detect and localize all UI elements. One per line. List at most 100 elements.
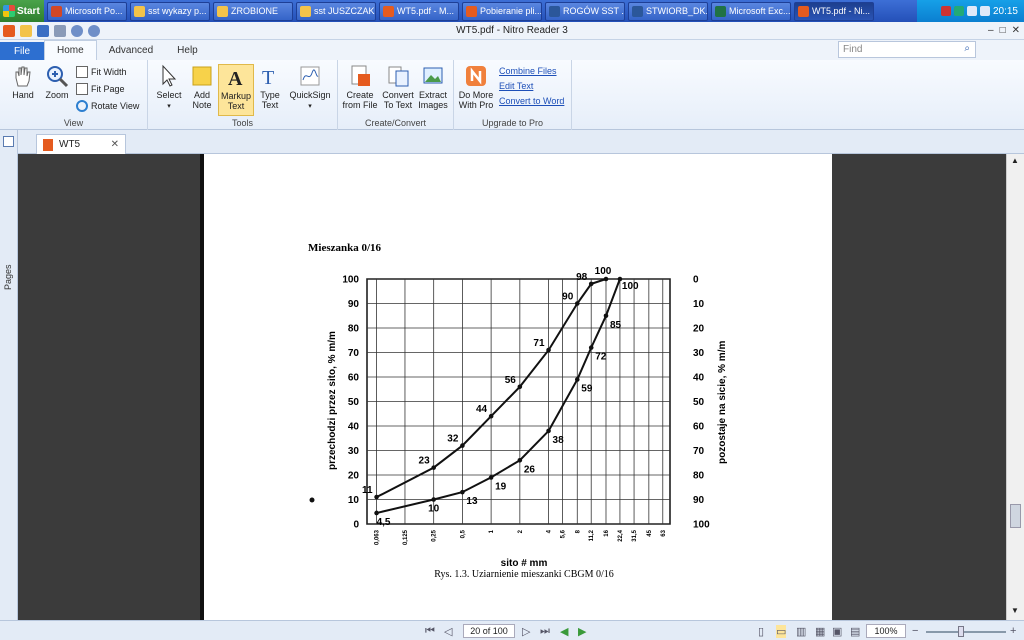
- extract-images-button[interactable]: Extract Images: [416, 64, 450, 110]
- scroll-down-arrow[interactable]: ▼: [1011, 606, 1019, 615]
- tab-help[interactable]: Help: [165, 40, 210, 60]
- x-tick-label: 0,063: [375, 529, 381, 545]
- tab-advanced[interactable]: Advanced: [97, 40, 165, 60]
- doc-tab-label: WT5: [59, 139, 81, 150]
- x-tick-label: 16: [604, 529, 610, 536]
- fit-width-button[interactable]: Fit Width: [76, 66, 127, 78]
- markup-text-button[interactable]: A Markup Text: [218, 64, 254, 116]
- clock: 20:15: [992, 5, 1018, 17]
- taskbar-button-label: sst JUSZCZAK: [314, 6, 375, 16]
- fit-page-status-icon[interactable]: ▣: [832, 625, 842, 638]
- taskbar-button[interactable]: Microsoft Exc...: [711, 1, 791, 21]
- page-number-field[interactable]: 20 of 100: [463, 624, 515, 638]
- document-viewer[interactable]: Mieszanka 0/16 11 23 32 44 56 71 90 98 100 4,5 10 1…: [18, 154, 1006, 620]
- convert-to-word-link[interactable]: Convert to Word: [499, 96, 564, 106]
- convert-to-text-button[interactable]: Convert To Text: [380, 64, 416, 110]
- pdf-page: Mieszanka 0/16 11 23 32 44 56 71 90 98 100 4,5 10 1…: [200, 154, 832, 620]
- pages-panel-tab[interactable]: Pages: [3, 264, 13, 290]
- page-heading: Mieszanka 0/16: [308, 242, 382, 254]
- scroll-up-arrow[interactable]: ▲: [1011, 156, 1019, 165]
- zoom-out-icon[interactable]: −: [912, 625, 918, 637]
- app-icon: [217, 5, 228, 17]
- taskbar-button[interactable]: Pobieranie pli...: [462, 1, 542, 21]
- search-icon[interactable]: ⌕: [964, 43, 970, 54]
- zoom-slider-thumb[interactable]: [958, 626, 964, 637]
- convert-label: Convert: [382, 90, 414, 100]
- taskbar-button-label: STWIORB_DK...: [646, 6, 708, 16]
- quicksign-button[interactable]: QuickSign ▾: [288, 64, 332, 112]
- forward-view-icon[interactable]: ▶: [578, 625, 586, 638]
- do-more-label: With Pro: [458, 100, 494, 110]
- tray-icon[interactable]: [953, 6, 964, 16]
- close-button[interactable]: ✕: [1012, 25, 1020, 36]
- data-label: 98: [576, 272, 588, 283]
- zoom-level-field[interactable]: 100%: [866, 624, 906, 638]
- combine-files-link[interactable]: Combine Files: [499, 66, 557, 76]
- taskbar-button[interactable]: ZROBIONE: [213, 1, 293, 21]
- facing-view-icon[interactable]: ▥: [796, 625, 806, 638]
- next-page-icon[interactable]: ▷: [522, 625, 530, 638]
- taskbar-button-label: sst wykazy p...: [148, 6, 207, 16]
- fit-width-label: Fit Width: [91, 67, 127, 77]
- zoom-in-icon[interactable]: +: [1010, 625, 1016, 637]
- create-from-file-button[interactable]: Create from File: [340, 64, 380, 110]
- hand-button[interactable]: Hand: [8, 64, 38, 100]
- taskbar-button[interactable]: WT5.pdf - M...: [379, 1, 459, 21]
- taskbar-button-label: WT5.pdf - Ni...: [812, 6, 871, 16]
- first-page-icon[interactable]: ⏮: [425, 625, 435, 638]
- hand-icon: [15, 66, 31, 87]
- close-tab-icon[interactable]: ✕: [111, 139, 119, 150]
- data-point: [603, 313, 609, 319]
- last-page-icon[interactable]: ⏭: [540, 625, 550, 638]
- tab-file[interactable]: File: [0, 42, 44, 60]
- maximize-button[interactable]: □: [1000, 25, 1006, 36]
- search-input[interactable]: Find: [838, 41, 976, 58]
- fit-page-button[interactable]: Fit Page: [76, 83, 125, 95]
- do-more-button[interactable]: Do More With Pro: [456, 64, 496, 110]
- tray-icon[interactable]: [940, 6, 951, 16]
- add-note-button[interactable]: Add Note: [188, 64, 216, 110]
- taskbar-button[interactable]: Microsoft Po...: [47, 1, 127, 21]
- search-placeholder: Find: [843, 44, 863, 55]
- data-point: [546, 428, 551, 434]
- taskbar-button[interactable]: STWIORB_DK...: [628, 1, 708, 21]
- taskbar-button[interactable]: ROGÓW SST ...: [545, 1, 625, 21]
- edit-text-link[interactable]: Edit Text: [499, 81, 533, 91]
- network-icon[interactable]: [979, 6, 990, 16]
- pages-panel-icon[interactable]: [3, 136, 14, 147]
- scroll-thumb[interactable]: [1010, 504, 1021, 528]
- continuous-view-icon[interactable]: ▭: [776, 625, 787, 638]
- view-group-label: View: [63, 118, 84, 128]
- start-button[interactable]: Start: [0, 0, 44, 22]
- type-text-button[interactable]: T Type Text: [256, 64, 284, 110]
- select-button[interactable]: Select ▾: [154, 64, 184, 112]
- upgrade-group: Do More With Pro Combine Files Edit Text …: [454, 60, 572, 130]
- app-icon: [715, 5, 726, 17]
- markup-label: Text: [227, 101, 245, 111]
- view-group: Hand Zoom Fit Width Fit Page Rotate View…: [0, 60, 148, 130]
- fit-width-status-icon[interactable]: ▤: [850, 625, 860, 638]
- taskbar-button-label: Pobieranie pli...: [480, 6, 542, 16]
- taskbar-button[interactable]: sst wykazy p...: [130, 1, 210, 21]
- back-view-icon[interactable]: ◀: [560, 625, 568, 638]
- app-icon: [51, 5, 62, 17]
- x-tick-label: 4: [547, 529, 553, 533]
- minimize-button[interactable]: –: [988, 25, 994, 36]
- rotate-view-label: Rotate View: [91, 101, 140, 111]
- continuous-facing-icon[interactable]: ▦: [815, 625, 825, 638]
- zoom-slider[interactable]: [926, 631, 1006, 633]
- tab-wt5[interactable]: WT5 ✕: [36, 134, 126, 154]
- taskbar-button[interactable]: sst JUSZCZAK: [296, 1, 376, 21]
- y-tick-label-right: 30: [693, 348, 705, 359]
- pdf-icon: [43, 138, 53, 151]
- tools-group-label: Tools: [231, 118, 253, 128]
- taskbar-button[interactable]: WT5.pdf - Ni...: [794, 1, 874, 21]
- fit-page-label: Fit Page: [91, 84, 125, 94]
- single-page-view-icon[interactable]: ▯: [758, 625, 764, 638]
- volume-icon[interactable]: [966, 6, 977, 16]
- rotate-view-button[interactable]: Rotate View: [76, 100, 139, 112]
- prev-page-icon[interactable]: ◁: [444, 625, 452, 638]
- tab-home[interactable]: Home: [44, 40, 97, 60]
- vertical-scrollbar[interactable]: ▲ ▼: [1006, 154, 1024, 620]
- zoom-button[interactable]: Zoom: [42, 64, 72, 100]
